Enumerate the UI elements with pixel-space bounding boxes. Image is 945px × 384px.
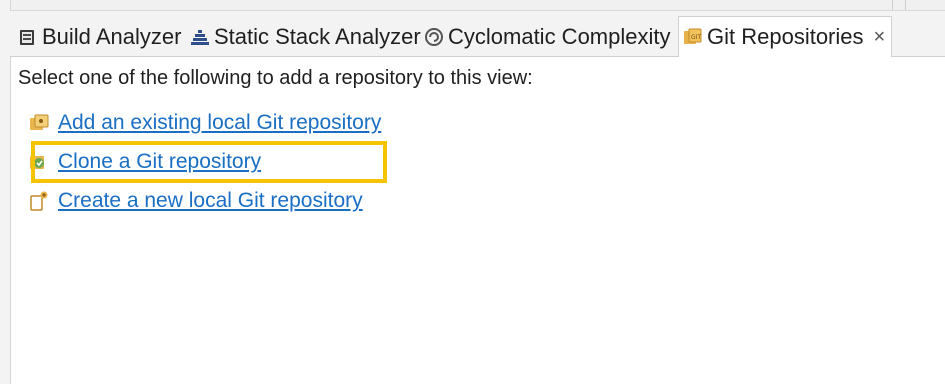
tab-static-stack-analyzer[interactable]: Static Stack Analyzer — [190, 17, 421, 56]
stack-analyzer-icon — [190, 27, 210, 47]
top-strip-divider — [892, 0, 893, 10]
tab-build-analyzer[interactable]: Build Analyzer — [18, 17, 181, 56]
top-strip — [0, 0, 945, 11]
view-tab-bar: Build Analyzer Static Stack Analyzer Cyc… — [10, 11, 945, 57]
add-existing-repo-row: Add an existing local Git repository — [28, 109, 381, 137]
tab-git-repositories[interactable]: GIT Git Repositories × — [678, 16, 893, 57]
create-repo-icon — [28, 190, 50, 212]
git-repositories-view: Select one of the following to add a rep… — [10, 57, 945, 384]
svg-text:GIT: GIT — [691, 34, 701, 41]
tab-label: Cyclomatic Complexity — [448, 23, 671, 49]
git-repositories-icon: GIT — [683, 27, 703, 47]
tab-label: Static Stack Analyzer — [214, 23, 421, 49]
close-icon[interactable]: × — [874, 26, 886, 49]
highlight-box — [31, 141, 387, 183]
add-existing-repo-icon — [28, 112, 50, 134]
tab-cyclomatic-complexity[interactable]: Cyclomatic Complexity — [424, 17, 671, 56]
create-repo-link[interactable]: Create a new local Git repository — [58, 189, 363, 213]
cyclomatic-icon — [424, 27, 444, 47]
build-analyzer-icon — [18, 27, 38, 47]
create-repo-row: Create a new local Git repository — [28, 187, 363, 215]
top-strip-divider — [905, 0, 906, 10]
tab-label: Build Analyzer — [42, 23, 182, 49]
add-existing-repo-link[interactable]: Add an existing local Git repository — [58, 111, 381, 135]
view-prompt: Select one of the following to add a rep… — [18, 67, 533, 89]
tab-label: Git Repositories — [707, 24, 864, 49]
